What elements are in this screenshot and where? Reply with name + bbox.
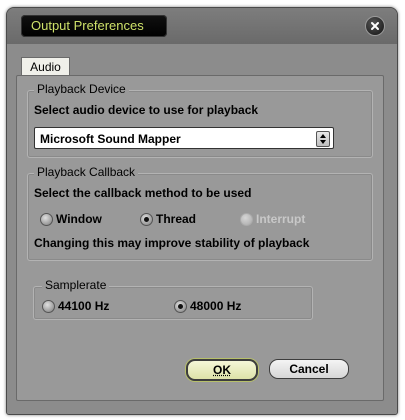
radio-interrupt: Interrupt — [240, 212, 305, 226]
radio-thread-label: Thread — [156, 212, 197, 226]
playback-callback-group: Playback Callback Select the callback me… — [27, 165, 373, 261]
title-bar[interactable]: Output Preferences — [7, 8, 397, 44]
close-button[interactable] — [365, 16, 385, 36]
output-preferences-window: Output Preferences Audio Playback Device… — [6, 7, 398, 415]
audio-device-selected: Microsoft Sound Mapper — [40, 132, 181, 146]
radio-interrupt-label: Interrupt — [256, 212, 306, 226]
callback-note: Changing this may improve stability of p… — [34, 236, 310, 250]
radio-48000[interactable]: 48000 Hz — [174, 299, 241, 313]
radio-indicator-checked — [140, 212, 153, 226]
window-title: Output Preferences — [31, 18, 144, 33]
audio-device-select[interactable]: Microsoft Sound Mapper — [34, 127, 334, 149]
audio-tab-panel: Playback Device Select audio device to u… — [16, 75, 384, 401]
dialog-body: Audio Playback Device Select audio devic… — [7, 44, 397, 414]
title-pill: Output Preferences — [21, 15, 167, 37]
radio-indicator-disabled — [240, 212, 253, 226]
tab-audio[interactable]: Audio — [21, 57, 70, 76]
up-down-arrows-icon — [320, 134, 326, 144]
radio-thread[interactable]: Thread — [140, 212, 196, 226]
radio-indicator-checked — [174, 299, 187, 313]
radio-indicator — [42, 299, 55, 313]
playback-callback-legend: Playback Callback — [34, 165, 139, 179]
playback-device-group: Playback Device Select audio device to u… — [27, 82, 373, 158]
spinner-arrows-icon[interactable] — [316, 131, 330, 147]
radio-window[interactable]: Window — [40, 212, 102, 226]
radio-window-label: Window — [56, 212, 102, 226]
ok-button[interactable]: OK — [186, 359, 258, 381]
cancel-button-label: Cancel — [289, 362, 329, 376]
playback-callback-prompt: Select the callback method to be used — [34, 186, 252, 200]
radio-indicator — [40, 212, 53, 226]
ok-button-label: OK — [213, 363, 231, 377]
playback-device-legend: Playback Device — [34, 82, 129, 96]
cancel-button[interactable]: Cancel — [269, 359, 349, 379]
samplerate-legend: Samplerate — [42, 278, 110, 292]
playback-device-prompt: Select audio device to use for playback — [34, 103, 259, 117]
radio-44100-label: 44100 Hz — [58, 299, 110, 313]
radio-44100[interactable]: 44100 Hz — [42, 299, 109, 313]
samplerate-group: Samplerate 44100 Hz 48000 Hz — [33, 278, 313, 320]
radio-48000-label: 48000 Hz — [190, 299, 242, 313]
close-icon — [371, 22, 379, 30]
